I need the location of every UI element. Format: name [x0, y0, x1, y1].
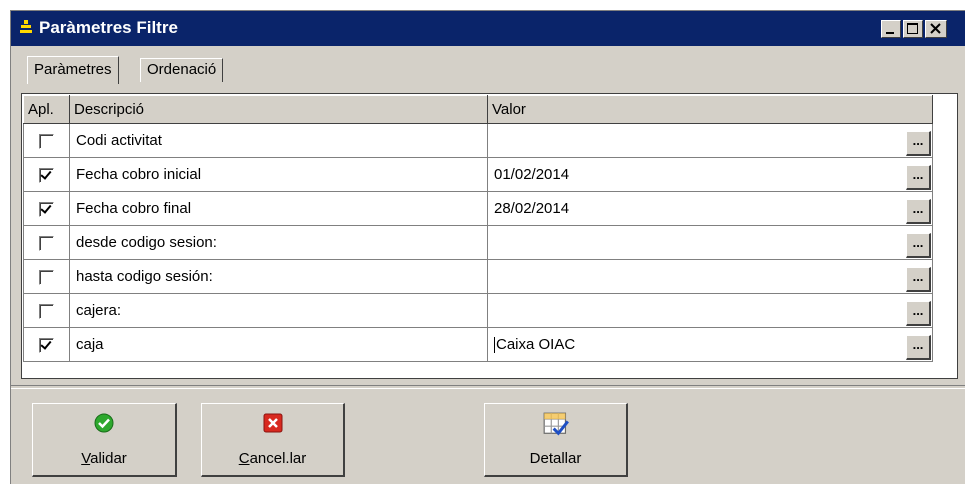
maximize-button[interactable] — [903, 20, 923, 38]
tab-ordenacio[interactable]: Ordenació — [140, 58, 224, 82]
parametres-filtre-window: Paràmetres Filtre Paràmetres Ordenació A… — [10, 10, 965, 484]
grid-check-icon — [543, 412, 569, 436]
table-row: cajera:... — [23, 293, 933, 328]
description-cell: desde codigo sesion: — [69, 225, 488, 260]
ellipsis-button[interactable]: ... — [906, 267, 931, 292]
ellipsis-button[interactable]: ... — [906, 233, 931, 258]
ellipsis-button[interactable]: ... — [906, 335, 931, 360]
table-row: hasta codigo sesión:... — [23, 259, 933, 294]
description-cell: Fecha cobro final — [69, 191, 488, 226]
grid-header-row: Apl. Descripció Valor — [23, 95, 933, 124]
table-row: Fecha cobro inicial 01/02/2014... — [23, 157, 933, 192]
value-cell[interactable]: ... — [487, 259, 933, 294]
validar-label: Validar — [81, 450, 127, 467]
table-row: Codi activitat... — [23, 123, 933, 158]
red-x-icon — [263, 413, 282, 433]
apply-checkbox[interactable] — [39, 201, 54, 217]
value-text: 01/02/2014 — [494, 166, 570, 183]
minimize-button[interactable] — [881, 20, 901, 38]
window-title: Paràmetres Filtre — [39, 18, 178, 37]
detallar-label: Detallar — [529, 450, 582, 467]
value-cell[interactable]: 01/02/2014... — [487, 157, 933, 192]
column-header-apl[interactable]: Apl. — [23, 95, 70, 124]
apl-cell — [23, 225, 70, 260]
description-cell: hasta codigo sesión: — [69, 259, 488, 294]
apply-checkbox[interactable] — [39, 303, 54, 319]
parameters-grid: Apl. Descripció Valor Codi activitat... F… — [21, 93, 958, 379]
column-header-valor[interactable]: Valor — [487, 95, 933, 124]
apl-cell — [23, 191, 70, 226]
ellipsis-button[interactable]: ... — [906, 199, 931, 224]
apl-cell — [23, 327, 70, 362]
apl-cell — [23, 293, 70, 328]
description-cell: cajera: — [69, 293, 488, 328]
close-button[interactable] — [925, 20, 947, 38]
table-row: caja Caixa OIAC... — [23, 327, 933, 362]
apl-cell — [23, 157, 70, 192]
apply-checkbox[interactable] — [39, 269, 54, 285]
green-check-icon — [94, 413, 114, 433]
close-icon — [930, 23, 941, 34]
apply-checkbox[interactable] — [39, 133, 54, 149]
ellipsis-button[interactable]: ... — [906, 301, 931, 326]
table-row: Fecha cobro final 28/02/2014... — [23, 191, 933, 226]
tab-parametres[interactable]: Paràmetres — [27, 56, 119, 84]
value-cell[interactable]: ... — [487, 123, 933, 158]
maximize-icon — [907, 23, 918, 34]
value-text: 28/02/2014 — [494, 200, 570, 217]
apply-checkbox[interactable] — [39, 337, 54, 353]
minimize-icon — [886, 32, 894, 34]
apply-checkbox[interactable] — [39, 235, 54, 251]
ellipsis-button[interactable]: ... — [906, 165, 931, 190]
value-cell[interactable]: ... — [487, 225, 933, 260]
apply-checkbox[interactable] — [39, 167, 54, 183]
value-cell[interactable]: 28/02/2014... — [487, 191, 933, 226]
title-bar[interactable]: Paràmetres Filtre — [11, 11, 965, 46]
validar-button[interactable]: Validar — [32, 403, 177, 477]
column-header-descripcio[interactable]: Descripció — [69, 95, 488, 124]
table-row: desde codigo sesion:... — [23, 225, 933, 260]
description-cell: Codi activitat — [69, 123, 488, 158]
cancel-lar-button[interactable]: Cancel.lar — [201, 403, 345, 477]
divider — [11, 385, 965, 389]
description-cell: caja — [69, 327, 488, 362]
value-cell[interactable]: ... — [487, 293, 933, 328]
value-text: Caixa OIAC — [496, 335, 576, 353]
cancel-lar-label: Cancel.lar — [238, 450, 307, 467]
description-cell: Fecha cobro inicial — [69, 157, 488, 192]
apl-cell — [23, 123, 70, 158]
apl-cell — [23, 259, 70, 294]
tab-strip: Paràmetres Ordenació — [11, 48, 965, 84]
value-cell[interactable]: Caixa OIAC... — [487, 327, 933, 362]
app-icon — [20, 20, 32, 33]
ellipsis-button[interactable]: ... — [906, 131, 931, 156]
text-caret — [494, 337, 495, 354]
detallar-button[interactable]: Detallar — [484, 403, 628, 477]
